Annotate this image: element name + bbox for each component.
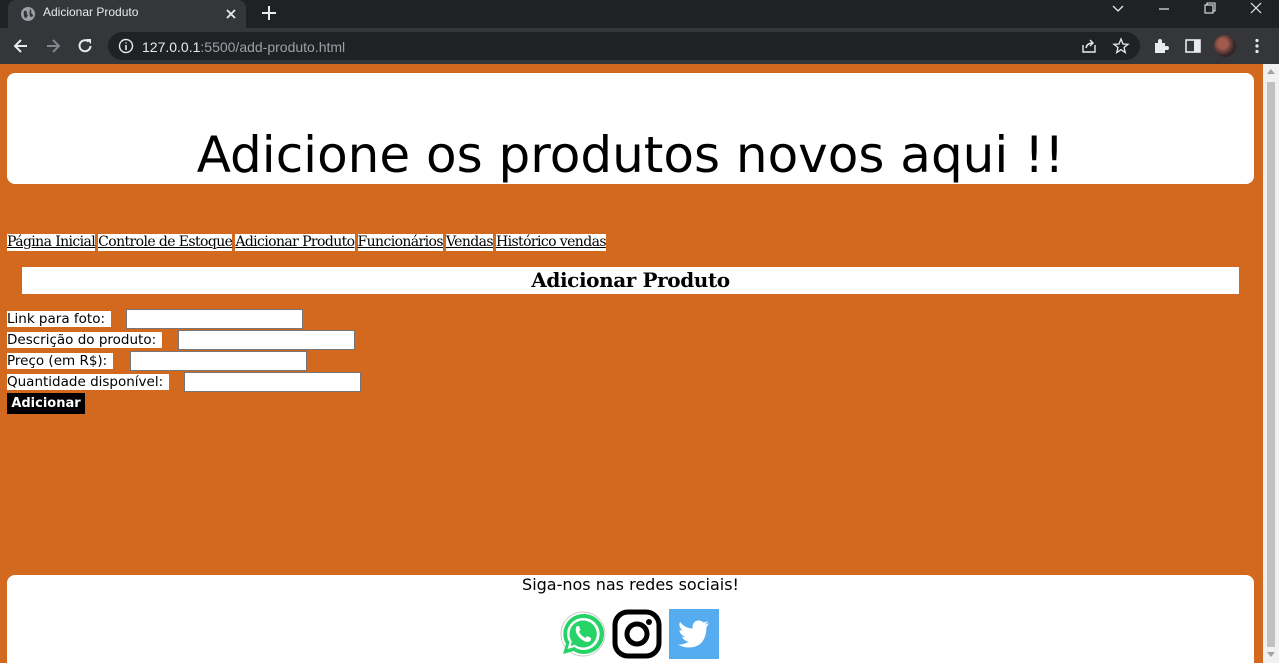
info-icon[interactable]: [118, 38, 134, 54]
share-icon[interactable]: [1080, 37, 1098, 55]
section-title: Adicionar Produto: [22, 267, 1239, 294]
url-text[interactable]: 127.0.0.1:5500/add-produto.html: [142, 39, 345, 55]
restore-icon[interactable]: [1187, 0, 1233, 22]
close-tab-icon[interactable]: [222, 5, 240, 23]
browser-toolbar: 127.0.0.1:5500/add-produto.html: [0, 28, 1279, 64]
footer-text: Siga-nos nas redes sociais!: [522, 575, 739, 594]
nav-link-historico-vendas[interactable]: Histórico vendas: [495, 234, 607, 251]
side-panel-icon[interactable]: [1184, 37, 1202, 55]
forward-icon[interactable]: [43, 36, 63, 56]
nav-link-vendas[interactable]: Vendas: [445, 234, 494, 251]
bookmark-star-icon[interactable]: [1112, 37, 1130, 55]
extensions-icon[interactable]: [1152, 37, 1170, 55]
nav-link-controle-estoque[interactable]: Controle de Estoque: [98, 234, 233, 251]
nav-link-adicionar-produto[interactable]: Adicionar Produto: [235, 234, 355, 251]
menu-kebab-icon[interactable]: [1248, 37, 1266, 55]
page-footer: Siga-nos nas redes sociais!: [7, 575, 1254, 663]
profile-avatar[interactable]: [1214, 35, 1236, 57]
description-label: Descrição do produto:: [7, 332, 163, 348]
back-icon[interactable]: [11, 36, 31, 56]
price-label: Preço (em R$):: [7, 353, 114, 369]
description-input[interactable]: [178, 330, 355, 350]
scrollbar-thumb[interactable]: [1267, 82, 1275, 647]
quantity-input[interactable]: [184, 372, 361, 392]
nav-menu: Página Inicial Controle de Estoque Adicion…: [7, 234, 609, 251]
new-tab-icon[interactable]: [259, 3, 279, 23]
nav-link-pagina-inicial[interactable]: Página Inicial: [7, 234, 96, 251]
tab-search-icon[interactable]: [1095, 0, 1141, 22]
photo-link-input[interactable]: [126, 309, 303, 329]
address-bar[interactable]: 127.0.0.1:5500/add-produto.html: [108, 32, 1140, 60]
quantity-label: Quantidade disponível:: [7, 374, 170, 390]
page-scrollbar[interactable]: [1263, 64, 1279, 663]
price-input[interactable]: [130, 351, 307, 371]
scroll-up-arrow[interactable]: [1267, 69, 1275, 74]
browser-tab[interactable]: Adicionar Produto: [8, 0, 246, 28]
add-button[interactable]: Adicionar: [7, 393, 85, 414]
globe-icon: [21, 7, 35, 21]
tab-strip: Adicionar Produto: [0, 0, 1279, 28]
tab-title: Adicionar Produto: [43, 5, 139, 19]
twitter-icon[interactable]: [669, 609, 719, 659]
scroll-down-arrow[interactable]: [1267, 652, 1275, 657]
page-header: Adicione os produtos novos aqui !!: [7, 73, 1254, 184]
reload-icon[interactable]: [75, 36, 95, 56]
page-title: Adicione os produtos novos aqui !!: [196, 126, 1065, 184]
instagram-icon[interactable]: [612, 609, 662, 659]
minimize-icon[interactable]: [1141, 0, 1187, 22]
page-viewport: Adicione os produtos novos aqui !! Págin…: [0, 64, 1279, 663]
nav-link-funcionarios[interactable]: Funcionários: [357, 234, 444, 251]
photo-link-label: Link para foto:: [7, 311, 112, 327]
whatsapp-icon[interactable]: [558, 609, 608, 659]
close-window-icon[interactable]: [1233, 0, 1279, 22]
